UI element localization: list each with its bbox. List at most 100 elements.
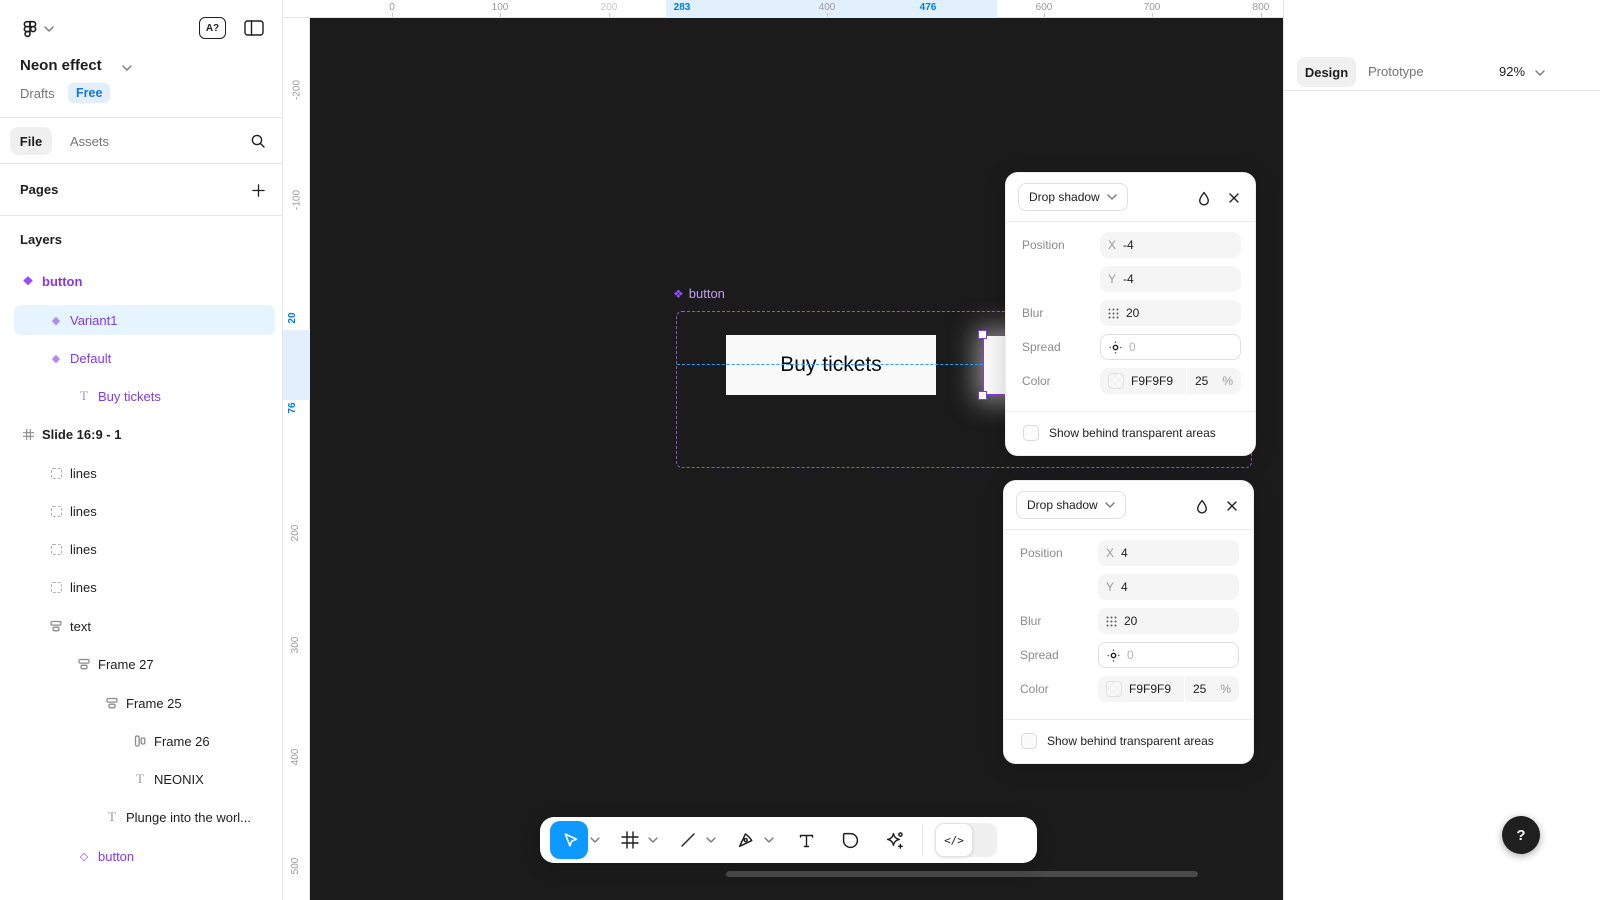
search-button[interactable]: [247, 130, 269, 152]
tab-file[interactable]: File: [10, 127, 52, 155]
help-button[interactable]: ?: [1502, 816, 1540, 854]
layer-row-frame-26[interactable]: Frame 26: [14, 726, 275, 756]
position-label: Position: [1020, 540, 1063, 566]
move-tool[interactable]: [550, 821, 588, 859]
canvas-horizontal-scrollbar[interactable]: [726, 871, 1198, 877]
alignment-guide-horizontal: [677, 364, 983, 365]
shadow-blur-input[interactable]: 20: [1100, 300, 1241, 326]
auto-layout-icon: [48, 620, 64, 632]
shadow-spread-input[interactable]: 0: [1098, 642, 1239, 668]
effect-type-dropdown[interactable]: Drop shadow: [1016, 491, 1126, 519]
text-tool[interactable]: [790, 822, 822, 858]
ruler-left: -200 -100 20 76 200 300 400 500: [283, 18, 310, 900]
dashed-frame-icon: [48, 506, 64, 517]
tab-prototype[interactable]: Prototype: [1368, 64, 1424, 79]
show-behind-checkbox[interactable]: [1023, 425, 1039, 441]
add-page-button[interactable]: [247, 179, 269, 201]
pen-tool-menu[interactable]: [762, 822, 776, 858]
layer-row-text[interactable]: text: [14, 611, 275, 641]
chevron-down-icon[interactable]: [122, 63, 132, 73]
accessibility-button[interactable]: A?: [199, 17, 226, 39]
toggle-sidebar-button[interactable]: [242, 18, 266, 38]
ruler-tick: 200: [290, 525, 301, 542]
pen-icon: [737, 831, 755, 849]
frame-tool-menu[interactable]: [646, 822, 660, 858]
layer-row-lines[interactable]: lines: [14, 572, 275, 602]
pen-tool[interactable]: [730, 822, 762, 858]
shadow-y-input[interactable]: Y 4: [1098, 574, 1239, 600]
text-layer-icon: T: [132, 771, 148, 787]
layer-row-buy-tickets[interactable]: T Buy tickets: [14, 381, 275, 411]
auto-layout-icon: [76, 658, 92, 670]
shadow-color-input[interactable]: F9F9F9: [1098, 676, 1184, 702]
ruler-tick: 400: [290, 749, 301, 766]
canvas-button-default[interactable]: Buy tickets: [726, 335, 936, 395]
free-plan-badge[interactable]: Free: [68, 83, 110, 103]
layer-row-default[interactable]: ◆ Default: [14, 343, 275, 373]
ruler-tick: -200: [292, 80, 303, 100]
close-panel-button[interactable]: [1221, 495, 1243, 517]
main-menu-button[interactable]: [18, 17, 42, 41]
spread-label: Spread: [1020, 642, 1059, 668]
tab-design[interactable]: Design: [1297, 57, 1356, 87]
spread-sun-icon: [1109, 341, 1122, 354]
layer-row-component-button[interactable]: ❖ button: [14, 266, 275, 296]
blur-label: Blur: [1022, 300, 1043, 326]
line-tool[interactable]: [672, 822, 704, 858]
layer-row-slide[interactable]: Slide 16:9 - 1: [14, 419, 275, 449]
close-icon: [1226, 500, 1238, 512]
canvas-component-label[interactable]: ❖ button: [673, 286, 725, 301]
variant-diamond-icon: ◆: [48, 314, 64, 327]
dashed-frame-icon: [48, 468, 64, 479]
layer-row-plunge-text[interactable]: T Plunge into the worl...: [14, 802, 275, 832]
variant-diamond-icon: ◆: [48, 352, 64, 365]
color-swatch: [1106, 681, 1122, 697]
blend-mode-button[interactable]: [1191, 495, 1213, 517]
selection-handle-nw[interactable]: [978, 330, 987, 339]
droplet-icon: [1195, 499, 1209, 514]
selection-handle-sw[interactable]: [978, 391, 987, 400]
layer-row-frame-27[interactable]: Frame 27: [14, 649, 275, 679]
show-behind-checkbox[interactable]: [1021, 733, 1037, 749]
frame-tool[interactable]: [614, 822, 646, 858]
divider: [1004, 719, 1253, 720]
line-tool-menu[interactable]: [704, 822, 718, 858]
layer-row-variant1[interactable]: ◆ Variant1: [14, 305, 275, 335]
file-title[interactable]: Neon effect: [20, 57, 102, 74]
actions-tool[interactable]: [878, 822, 910, 858]
drop-shadow-panel-1: Drop shadow Position X -4 Y -4 Blur 20 S…: [1005, 172, 1256, 456]
dev-mode-toggle[interactable]: </>: [935, 823, 997, 857]
color-label: Color: [1020, 676, 1049, 702]
divider: [1006, 221, 1255, 222]
shadow-x-input[interactable]: X 4: [1098, 540, 1239, 566]
breadcrumb[interactable]: Drafts: [20, 86, 55, 101]
pages-header: Pages: [20, 182, 58, 197]
shadow-opacity-input[interactable]: 25 %: [1187, 368, 1241, 394]
close-panel-button[interactable]: [1223, 187, 1245, 209]
effect-type-dropdown[interactable]: Drop shadow: [1018, 183, 1128, 211]
chevron-down-icon[interactable]: [1535, 68, 1545, 78]
shadow-opacity-input[interactable]: 25 %: [1185, 676, 1239, 702]
color-swatch: [1108, 373, 1124, 389]
layer-row-neonix[interactable]: T NEONIX: [14, 764, 275, 794]
zoom-level[interactable]: 92%: [1499, 64, 1525, 79]
layer-row-lines[interactable]: lines: [14, 534, 275, 564]
tab-assets[interactable]: Assets: [70, 134, 109, 149]
shadow-x-input[interactable]: X -4: [1100, 232, 1241, 258]
layer-row-frame-25[interactable]: Frame 25: [14, 688, 275, 718]
layer-row-button-instance[interactable]: ◇ button: [14, 841, 275, 871]
ruler-tick: 600: [1036, 2, 1053, 13]
shadow-spread-input[interactable]: 0: [1100, 334, 1241, 360]
chevron-down-icon[interactable]: [44, 24, 54, 34]
shadow-blur-input[interactable]: 20: [1098, 608, 1239, 634]
layer-row-lines[interactable]: lines: [14, 458, 275, 488]
comment-tool[interactable]: [834, 822, 866, 858]
drop-shadow-panel-2: Drop shadow Position X 4 Y 4 Blur 20 Spr…: [1003, 480, 1254, 764]
blend-mode-button[interactable]: [1193, 187, 1215, 209]
move-tool-menu[interactable]: [588, 822, 602, 858]
layer-row-lines[interactable]: lines: [14, 496, 275, 526]
droplet-icon: [1197, 191, 1211, 206]
cursor-icon: [560, 831, 578, 849]
shadow-y-input[interactable]: Y -4: [1100, 266, 1241, 292]
shadow-color-input[interactable]: F9F9F9: [1100, 368, 1186, 394]
